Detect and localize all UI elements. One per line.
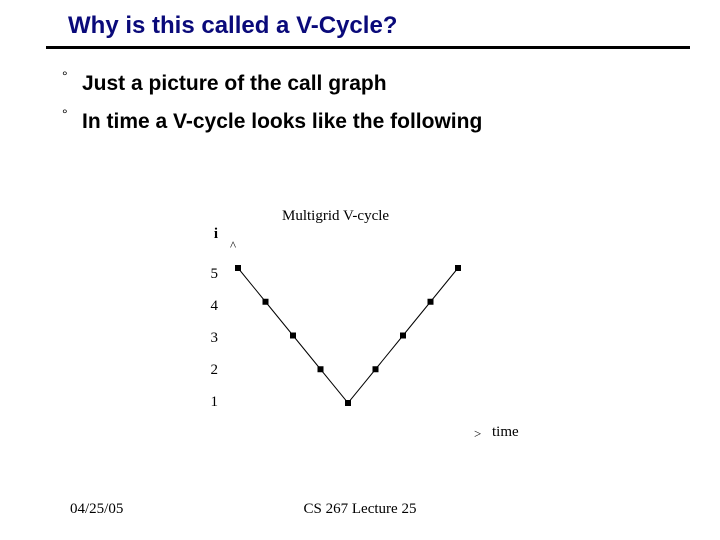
data-point [428, 299, 434, 305]
y-tick-label: 5 [194, 266, 218, 283]
bullet-item: °In time a V-cycle looks like the follow… [62, 110, 680, 134]
y-tick-label: 4 [194, 298, 218, 315]
data-point [290, 333, 296, 339]
data-point [318, 366, 324, 372]
data-point [373, 366, 379, 372]
slide: Why is this called a V-Cycle? °Just a pi… [0, 0, 720, 540]
x-axis-right-icon: > [474, 426, 481, 442]
data-point [235, 265, 241, 271]
bullet-marker-icon: ° [62, 106, 82, 122]
data-point [345, 400, 351, 406]
y-tick-label: 3 [194, 330, 218, 347]
y-tick-label: 2 [194, 362, 218, 379]
bullet-item: °Just a picture of the call graph [62, 72, 680, 96]
data-point [455, 265, 461, 271]
y-axis-up-icon: ^ [230, 238, 236, 254]
vcycle-line [238, 268, 458, 403]
title-underline [46, 46, 690, 49]
data-point [400, 333, 406, 339]
bullet-list: °Just a picture of the call graph °In ti… [62, 62, 680, 148]
bullet-text: Just a picture of the call graph [82, 72, 387, 95]
y-axis-label: i [194, 226, 218, 243]
x-axis-label: time [492, 424, 519, 441]
vcycle-chart: Multigrid V-cycle i ^ 5 4 3 2 1 > time [174, 208, 534, 468]
footer-course: CS 267 Lecture 25 [0, 501, 720, 518]
bullet-marker-icon: ° [62, 68, 82, 84]
y-tick-label: 1 [194, 394, 218, 411]
data-point [263, 299, 269, 305]
slide-title: Why is this called a V-Cycle? [68, 12, 397, 40]
bullet-text: In time a V-cycle looks like the followi… [82, 110, 482, 133]
chart-title: Multigrid V-cycle [282, 208, 389, 225]
